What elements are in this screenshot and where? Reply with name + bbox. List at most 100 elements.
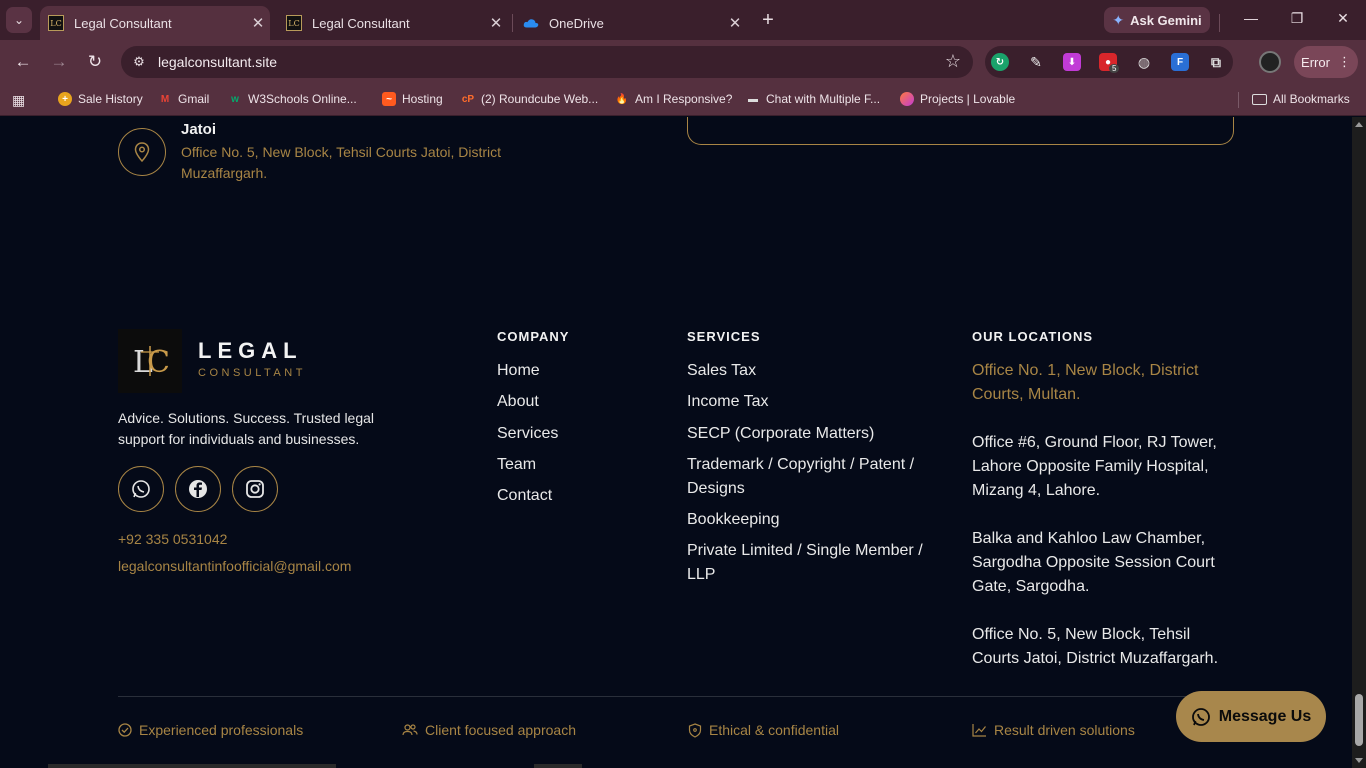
- shield-icon: [688, 722, 702, 738]
- footer-link-services[interactable]: Services: [497, 422, 558, 446]
- scrollbar-thumb[interactable]: [1355, 694, 1363, 746]
- extensions-area: ↻ ✎ ⬇ ● 5 ◍ F ⧉: [985, 46, 1233, 78]
- scroll-down-arrow-icon[interactable]: [1355, 758, 1363, 763]
- legal-consultant-favicon-icon: LC: [286, 15, 302, 31]
- close-window-icon[interactable]: ✕: [1333, 10, 1353, 27]
- footer-link-about[interactable]: About: [497, 390, 539, 414]
- tab-onedrive[interactable]: OneDrive ✕: [515, 6, 747, 40]
- color-picker-extension-icon[interactable]: ✎: [1027, 53, 1045, 71]
- extensions-puzzle-icon[interactable]: ⧉: [1207, 53, 1225, 71]
- bookmark-w3schools[interactable]: w W3Schools Online...: [228, 92, 357, 106]
- brand-name: LEGAL: [198, 338, 303, 363]
- instagram-icon: [246, 480, 264, 498]
- bookmark-chat-multiple[interactable]: ▬ Chat with Multiple F...: [746, 92, 880, 106]
- company-heading: COMPANY: [497, 329, 570, 344]
- sale-history-favicon-icon: +: [58, 92, 72, 106]
- service-link-trademark[interactable]: Trademark / Copyright / Patent / Designs: [687, 453, 937, 501]
- cpanel-icon: cP: [461, 93, 475, 105]
- email-link[interactable]: legalconsultantinfoofficial@gmail.com: [118, 558, 351, 574]
- brand-subtitle: CONSULTANT: [198, 367, 306, 379]
- bookmark-star-icon[interactable]: ☆: [945, 51, 961, 72]
- bookmark-am-i-responsive[interactable]: 🔥 Am I Responsive?: [615, 92, 733, 106]
- whatsapp-social-button[interactable]: [118, 466, 164, 512]
- footer-link-home[interactable]: Home: [497, 359, 540, 383]
- all-bookmarks-folder[interactable]: All Bookmarks: [1252, 92, 1350, 106]
- service-link-bookkeeping[interactable]: Bookkeeping: [687, 508, 937, 532]
- trending-up-icon: [972, 724, 986, 737]
- tab-strip: ⌄ LC Legal Consultant ✕ LC Legal Consult…: [0, 0, 1366, 40]
- service-link-secp[interactable]: SECP (Corporate Matters): [687, 422, 937, 446]
- service-link-private-limited[interactable]: Private Limited / Single Member / LLP: [687, 539, 937, 587]
- footer-link-team[interactable]: Team: [497, 453, 536, 477]
- bookmark-hosting[interactable]: ~ Hosting: [382, 92, 443, 106]
- whatsapp-icon: [132, 480, 150, 498]
- whatsapp-icon: [1191, 707, 1210, 726]
- bookmark-roundcube[interactable]: cP (2) Roundcube Web...: [461, 92, 598, 106]
- extension-badge: 5: [1109, 64, 1120, 73]
- site-settings-icon[interactable]: ⚙: [129, 52, 149, 72]
- address-bar[interactable]: ⚙ legalconsultant.site ☆: [121, 46, 973, 78]
- download-extension-icon[interactable]: ⬇: [1063, 53, 1081, 71]
- bookmark-label: Sale History: [78, 92, 143, 106]
- folder-icon: [1252, 93, 1267, 105]
- minimize-icon[interactable]: —: [1241, 10, 1261, 26]
- url-text[interactable]: legalconsultant.site: [158, 54, 277, 70]
- tab-title: OneDrive: [549, 15, 604, 31]
- tab-legal-consultant-2[interactable]: LC Legal Consultant ✕: [278, 6, 508, 40]
- tab-legal-consultant-1[interactable]: LC Legal Consultant ✕: [40, 6, 270, 40]
- ask-gemini-button[interactable]: ✦ Ask Gemini: [1104, 7, 1210, 33]
- feature-label: Client focused approach: [425, 722, 576, 738]
- reload-icon[interactable]: ↻: [84, 51, 106, 73]
- back-arrow-icon[interactable]: ←: [12, 51, 34, 73]
- apps-grid-icon[interactable]: ▦: [12, 92, 25, 109]
- error-profile-button[interactable]: Error ⋮: [1294, 46, 1358, 78]
- bookmarks-bar: ▦ + Sale History M Gmail w W3Schools Onl…: [0, 84, 1366, 116]
- location-pin-icon: [118, 128, 166, 176]
- legal-consultant-favicon-icon: LC: [48, 15, 64, 31]
- services-heading: SERVICES: [687, 329, 761, 344]
- error-label: Error: [1301, 54, 1330, 70]
- grammar-extension-icon[interactable]: ↻: [991, 53, 1009, 71]
- bookmark-label: Am I Responsive?: [635, 92, 733, 106]
- fonts-extension-icon[interactable]: F: [1171, 53, 1189, 71]
- tab-separator: [1219, 14, 1220, 32]
- close-tab-icon[interactable]: ✕: [246, 14, 270, 32]
- globe-extension-icon[interactable]: ◍: [1135, 53, 1153, 71]
- footer-divider: [118, 696, 1234, 697]
- message-us-button[interactable]: Message Us: [1176, 691, 1326, 742]
- instagram-social-button[interactable]: [232, 466, 278, 512]
- bookmark-lovable[interactable]: Projects | Lovable: [900, 92, 1015, 106]
- w3schools-icon: w: [231, 93, 239, 105]
- facebook-icon: [189, 480, 207, 498]
- footer-link-contact[interactable]: Contact: [497, 484, 552, 508]
- feature-experienced: Experienced professionals: [118, 722, 303, 738]
- tab-separator: [512, 14, 513, 32]
- bookmark-gmail[interactable]: M Gmail: [158, 92, 210, 106]
- feature-label: Experienced professionals: [139, 722, 304, 738]
- gmail-icon: M: [160, 93, 170, 105]
- tab-search-button[interactable]: ⌄: [6, 7, 32, 33]
- bookmark-sale-history[interactable]: + Sale History: [58, 92, 143, 106]
- restore-window-icon[interactable]: ❐: [1287, 10, 1307, 27]
- forward-arrow-icon[interactable]: →: [48, 51, 70, 73]
- profile-avatar[interactable]: [1259, 51, 1281, 73]
- location-jatoi: Office No. 5, New Block, Tehsil Courts J…: [972, 626, 1219, 667]
- location-lahore: Office #6, Ground Floor, RJ Tower, Lahor…: [972, 434, 1217, 499]
- feature-result-driven: Result driven solutions: [972, 722, 1135, 738]
- horizontal-scroll-track: [48, 764, 336, 768]
- close-tab-icon[interactable]: ✕: [484, 14, 508, 32]
- new-tab-plus-icon[interactable]: +: [757, 9, 779, 31]
- service-link-income-tax[interactable]: Income Tax: [687, 390, 937, 414]
- close-tab-icon[interactable]: ✕: [723, 14, 747, 32]
- location-sargodha: Balka and Kahloo Law Chamber, Sargodha O…: [972, 530, 1215, 595]
- service-link-sales-tax[interactable]: Sales Tax: [687, 359, 937, 383]
- scroll-up-arrow-icon[interactable]: [1355, 122, 1363, 127]
- contact-form-card-edge: [687, 117, 1234, 145]
- feature-label: Result driven solutions: [994, 722, 1135, 738]
- vertical-scrollbar[interactable]: [1352, 117, 1366, 768]
- facebook-social-button[interactable]: [175, 466, 221, 512]
- locations-heading: OUR LOCATIONS: [972, 329, 1094, 344]
- phone-link[interactable]: +92 335 0531042: [118, 531, 227, 547]
- users-icon: [402, 724, 418, 736]
- all-bookmarks-label: All Bookmarks: [1273, 92, 1350, 106]
